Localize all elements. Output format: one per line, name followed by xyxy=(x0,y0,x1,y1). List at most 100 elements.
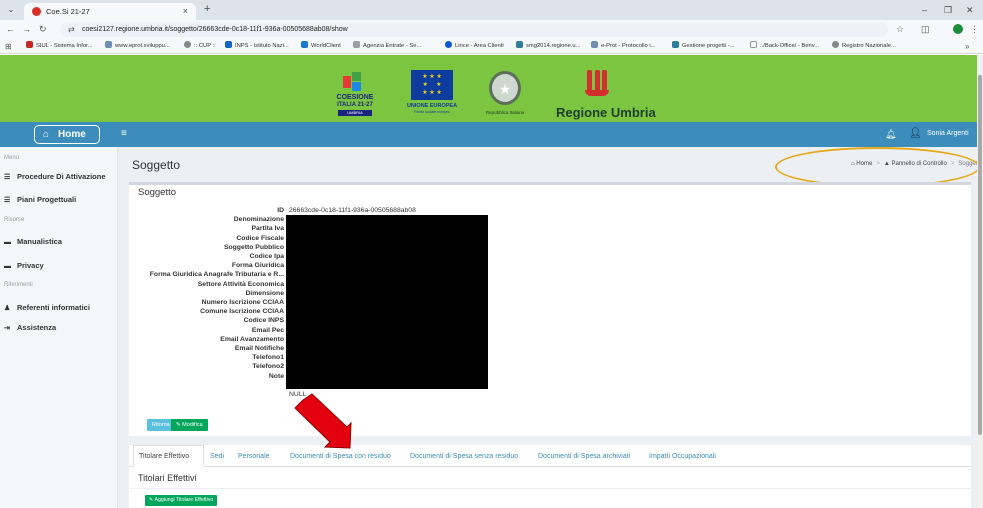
main-content: Soggetto ⌂ Home > ▲ Pannello di Controllo >… xyxy=(118,147,982,508)
coesione-italia-logo: COESIONE ITALIA 21-27 UMBRIA xyxy=(332,72,378,118)
close-window-icon[interactable]: ✕ xyxy=(966,4,974,16)
bookmark-item[interactable]: e-Prot - Protocollo i... xyxy=(591,41,655,52)
italian-emblem-icon: ★ xyxy=(489,71,521,105)
bookmark-item[interactable]: ../Back-Office/ - Benv... xyxy=(750,41,819,52)
tabs-row: Titolare Effettivo Sedi Personale Docume… xyxy=(129,445,971,467)
sidebar-header-menu: Menù xyxy=(4,155,20,161)
omnibox[interactable]: ⇄ coesi2127.regione.umbria.it/soggetto/2… xyxy=(60,22,888,37)
bookmark-favicon-icon xyxy=(591,41,598,48)
field-value-id: 26663cde-0c18-11f1-936a-00505688ab08 xyxy=(289,207,416,214)
globe-icon xyxy=(184,41,191,48)
sidebar-item-privacy[interactable]: ▬ Privacy xyxy=(4,260,44,272)
book-icon: ▬ xyxy=(4,263,11,270)
new-tab-icon[interactable]: + xyxy=(204,3,210,16)
eu-stars-icon: ★ ★ ★ ★ ★ ★ ★ ★ xyxy=(422,74,442,96)
bookmark-item[interactable]: SIUL - Sistema Infor... xyxy=(26,41,93,52)
tab-documenti-con-residuo[interactable]: Documenti di Spesa con residuo xyxy=(290,452,391,462)
bookmark-item[interactable]: Gestione progetti -... xyxy=(672,41,735,52)
tab-close-icon[interactable]: × xyxy=(183,5,188,17)
bookmark-item[interactable]: WorldClient xyxy=(301,41,341,52)
tab-sedi[interactable]: Sedi xyxy=(210,452,224,462)
bookmark-item[interactable]: :: CUP :: xyxy=(184,41,216,52)
minimize-icon[interactable]: – xyxy=(922,4,927,16)
field-label: Codice INPS xyxy=(243,317,284,325)
coesione-logo-text: COESIONE xyxy=(336,94,374,101)
site-info-icon[interactable]: ⇄ xyxy=(68,23,75,36)
bookmark-favicon-icon xyxy=(516,41,523,48)
redaction-block xyxy=(286,215,488,389)
sidebar-item-label: Referenti informatici xyxy=(17,303,90,312)
field-label: Email Avanzamento xyxy=(220,335,284,343)
field-label: Comune Iscrizione CCIAA xyxy=(200,308,284,316)
bookmark-item[interactable]: smg2014.regione.u... xyxy=(516,41,580,52)
bookmark-favicon-icon xyxy=(225,41,232,48)
menu-toggle-icon[interactable]: ≡ xyxy=(121,127,127,141)
page-title: Soggetto xyxy=(132,158,181,172)
reload-icon[interactable]: ↻ xyxy=(39,23,47,36)
more-bookmarks-icon[interactable]: » xyxy=(965,41,969,52)
home-button-label: Home xyxy=(58,129,86,140)
sidebar-item-label: Privacy xyxy=(17,261,44,270)
page-scrollbar[interactable] xyxy=(977,55,983,508)
field-label: Soggetto Pubblico xyxy=(223,243,284,251)
bookmark-item[interactable]: www.eprot.sviluppu... xyxy=(105,41,170,52)
tab-documenti-archiviati[interactable]: Documenti di Spesa archiviati xyxy=(538,452,630,462)
bookmark-item[interactable]: Registro Nazionale... xyxy=(832,41,896,52)
sidebar-item-piani[interactable]: ☰ Piani Progettuali xyxy=(4,194,76,206)
divider xyxy=(129,488,971,489)
soggetto-details-box: Soggetto ID Denominazione Partita Iva Codic… xyxy=(129,182,971,436)
home-icon: ⌂ xyxy=(43,129,50,140)
bookmark-favicon-icon xyxy=(26,41,33,48)
sidebar-item-manualistica[interactable]: ▬ Manualistica xyxy=(4,236,62,248)
sidebar-item-procedure[interactable]: ☰ Procedure Di Attivazione xyxy=(4,171,106,183)
extensions-icon[interactable]: ◫ xyxy=(921,23,930,36)
bookmarks-bar: ⊞ SIUL - Sistema Infor... www.eprot.svil… xyxy=(0,39,983,54)
browser-menu-icon[interactable]: ⋮ xyxy=(970,23,979,36)
field-label: Partita Iva xyxy=(251,225,285,233)
browser-tab[interactable]: Coe.Si 21-27 × xyxy=(24,3,196,20)
bookmark-favicon-icon xyxy=(353,41,360,48)
restore-icon[interactable]: ❐ xyxy=(944,4,952,16)
box-title: Soggetto xyxy=(138,187,177,198)
site-header: COESIONE ITALIA 21-27 UMBRIA ★ ★ ★ ★ ★ ★ ★… xyxy=(0,55,977,122)
sidebar-item-label: Manualistica xyxy=(17,237,63,246)
bookmark-item[interactable]: Lince - Area Clienti xyxy=(445,41,504,52)
annotation-oval xyxy=(775,147,980,187)
list-icon: ☰ xyxy=(4,197,11,204)
list-icon: ☰ xyxy=(4,174,11,181)
bookmark-item[interactable]: Agenzia Entrate - Se... xyxy=(353,41,421,52)
eu-logo-text: UNIONE EUROPEA xyxy=(406,103,458,109)
bookmark-item[interactable]: INPS - Istituto Nazi... xyxy=(225,41,289,52)
field-label: Note xyxy=(268,372,284,380)
sidebar-item-label: Piani Progettuali xyxy=(17,195,77,204)
bookmark-star-icon[interactable]: ☆ xyxy=(896,23,904,36)
tab-search-icon[interactable]: ⌄ xyxy=(6,5,16,15)
user-name[interactable]: Sonia Argenti xyxy=(927,128,969,140)
forward-icon[interactable]: → xyxy=(22,23,31,36)
field-label: Forma Giuridica Anagrafe Tributaria e R.… xyxy=(149,271,284,279)
modifica-button[interactable]: ✎ Modifica xyxy=(171,419,208,431)
notifications-bell-icon[interactable]: 🔔︎ xyxy=(885,127,896,141)
apps-grid-icon[interactable]: ⊞ xyxy=(5,41,12,52)
tab-personale[interactable]: Personale xyxy=(238,452,270,462)
tab-titolare-effettivo[interactable]: Titolare Effettivo xyxy=(139,452,189,462)
eu-logo: ★ ★ ★ ★ ★ ★ ★ ★ UNIONE EUROPEA Fondo socia… xyxy=(401,70,463,119)
tab-impatti-occupazionali[interactable]: Impatti Occupazionali xyxy=(649,452,716,462)
regione-umbria-logo-icon xyxy=(585,70,609,100)
field-label: Forma Giuridica xyxy=(231,262,284,270)
sidebar-item-assistenza[interactable]: ⇥ Assistenza xyxy=(4,322,56,334)
scrollbar-thumb[interactable] xyxy=(978,75,982,435)
sidebar-header-risorse: Risorse xyxy=(4,217,25,223)
tab-documenti-senza-residuo[interactable]: Documenti di Spesa senza residuo xyxy=(410,452,518,462)
add-titolare-button[interactable]: ✎ Aggiungi Titolare Effettivo xyxy=(145,495,218,506)
sidebar-item-referenti[interactable]: ♟ Referenti informatici xyxy=(4,302,90,314)
user-icon[interactable]: 👤︎ xyxy=(909,127,922,141)
field-label: Codice Fiscale xyxy=(236,234,284,242)
home-button[interactable]: ⌂ Home xyxy=(34,125,100,144)
profile-avatar-icon[interactable] xyxy=(953,24,963,34)
site-favicon-icon xyxy=(32,7,41,16)
url-text[interactable]: coesi2127.regione.umbria.it/soggetto/266… xyxy=(82,24,348,35)
bookmark-favicon-icon xyxy=(750,41,757,48)
field-label: Settore Attività Economica xyxy=(197,280,284,288)
back-icon[interactable]: ← xyxy=(6,23,15,36)
